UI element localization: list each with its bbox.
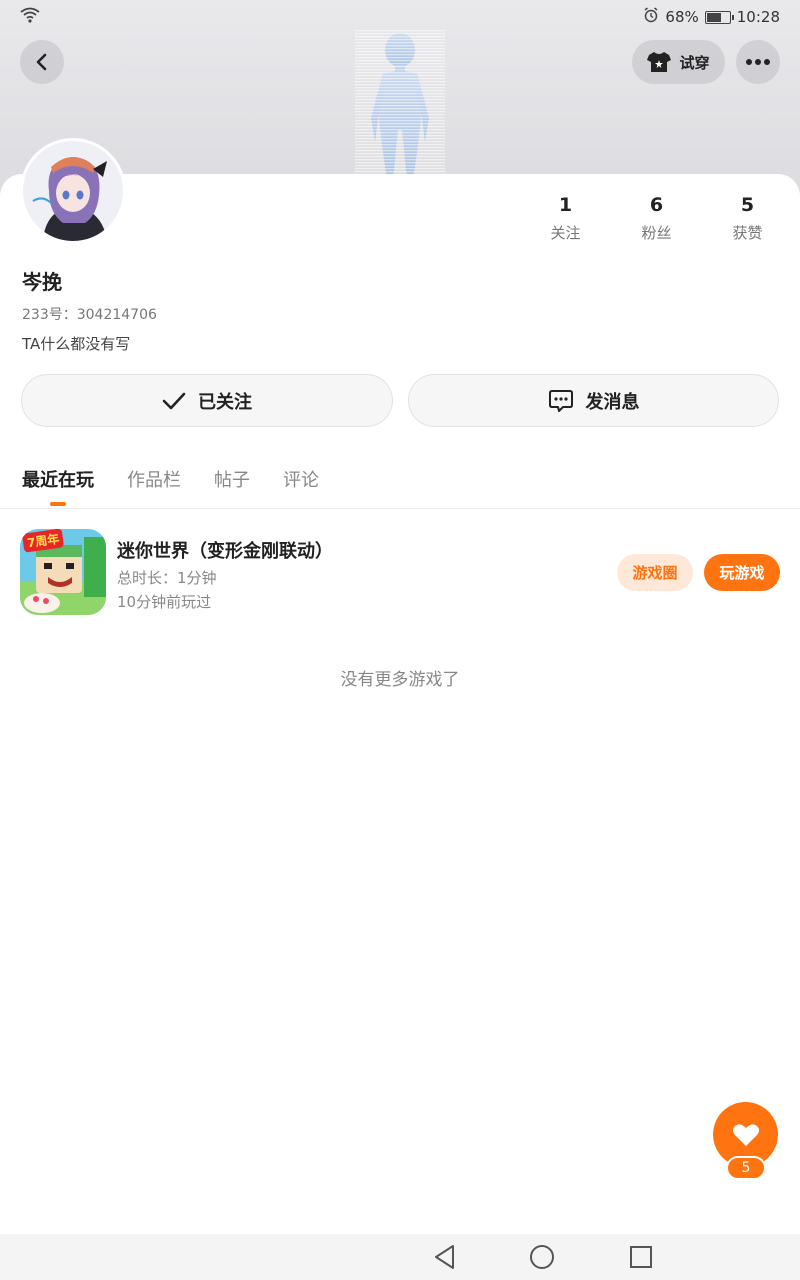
game-title: 迷你世界（变形金刚联动） xyxy=(117,541,333,562)
stat-label: 关注 xyxy=(550,224,581,242)
user-bio: TA什么都没有写 xyxy=(22,335,131,353)
tab-comments[interactable]: 评论 xyxy=(283,466,319,492)
avatar-3d-figure xyxy=(355,30,445,180)
followed-button[interactable]: 已关注 xyxy=(21,374,393,427)
system-navigation-bar xyxy=(0,1234,800,1280)
profile-avatar[interactable] xyxy=(20,138,126,244)
username: 岑挽 xyxy=(22,270,62,294)
more-button[interactable] xyxy=(736,40,780,84)
check-icon xyxy=(162,392,186,409)
game-last-played: 10分钟前玩过 xyxy=(117,593,212,611)
stat-label: 粉丝 xyxy=(641,224,672,242)
try-on-button[interactable]: 试穿 xyxy=(632,40,725,84)
clock: 10:28 xyxy=(736,8,780,26)
game-icon[interactable]: 7周年 xyxy=(20,529,106,615)
tab-recently-played[interactable]: 最近在玩 xyxy=(22,466,94,506)
stat-likes[interactable]: 5 获赞 xyxy=(702,194,793,243)
active-tab-indicator xyxy=(50,502,66,506)
tab-label: 帖子 xyxy=(214,470,250,491)
stat-fans[interactable]: 6 粉丝 xyxy=(611,194,702,243)
tab-label: 最近在玩 xyxy=(22,470,94,491)
try-on-label: 试穿 xyxy=(679,53,710,72)
nav-recents-icon[interactable] xyxy=(628,1244,654,1270)
play-game-button[interactable]: 玩游戏 xyxy=(704,554,780,591)
chat-bubble-icon xyxy=(548,389,573,412)
no-more-games-text: 没有更多游戏了 xyxy=(340,670,460,690)
stat-value: 1 xyxy=(558,194,573,216)
game-list-item[interactable]: 7周年 迷你世界（变形金刚联动） 总时长：1分钟 10分钟前玩过 游戏圈 玩游戏 xyxy=(20,529,780,615)
profile-tabs: 最近在玩 作品栏 帖子 评论 xyxy=(22,466,319,506)
message-label: 发消息 xyxy=(585,391,640,413)
game-circle-button[interactable]: 游戏圈 xyxy=(617,554,693,591)
followed-label: 已关注 xyxy=(198,391,252,413)
message-button[interactable]: 发消息 xyxy=(408,374,779,427)
chevron-left-icon xyxy=(36,53,47,71)
stat-value: 6 xyxy=(649,194,664,216)
likes-count-badge: 5 xyxy=(726,1156,766,1180)
alarm-icon xyxy=(643,7,659,27)
back-button[interactable] xyxy=(20,40,64,84)
stat-following[interactable]: 1 关注 xyxy=(520,194,611,243)
tab-label: 作品栏 xyxy=(127,470,181,491)
more-dots-icon xyxy=(746,59,770,65)
status-bar: 68% 10:28 xyxy=(0,0,800,34)
profile-stats: 1 关注 6 粉丝 5 获赞 xyxy=(520,194,793,243)
stat-value: 5 xyxy=(740,194,755,216)
nav-home-icon[interactable] xyxy=(529,1244,555,1270)
user-id: 233号：304214706 xyxy=(22,307,157,323)
stat-label: 获赞 xyxy=(732,224,763,242)
battery-fill xyxy=(706,12,722,22)
tab-works[interactable]: 作品栏 xyxy=(127,466,181,492)
avatar-image xyxy=(23,141,123,241)
battery-icon xyxy=(704,10,734,24)
wifi-icon xyxy=(20,7,40,27)
heart-icon xyxy=(732,1123,759,1146)
game-duration: 总时长：1分钟 xyxy=(117,569,217,587)
tabs-divider xyxy=(0,508,800,509)
tab-label: 评论 xyxy=(283,470,319,491)
battery-percent: 68% xyxy=(665,8,699,26)
tshirt-icon xyxy=(647,52,672,72)
nav-back-icon[interactable] xyxy=(432,1244,458,1270)
tab-posts[interactable]: 帖子 xyxy=(214,466,250,492)
